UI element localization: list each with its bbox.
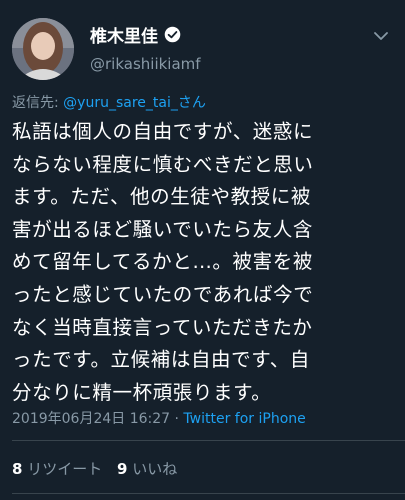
reply-mention-link[interactable]: @yuru_sare_tai_さん [63,95,206,111]
tweet-line: 害が出るほど騒いでいたら友人含 [12,217,313,241]
tweet-meta: 2019年06月24日 16:27 · Twitter for iPhone [12,408,306,428]
tweet-line: めて留年してるかと…。被害を被 [12,250,313,274]
tweet-line: ったです。立候補は自由です、自 [12,348,310,372]
tweet-line: ったと感じていたのであれば今で [12,282,314,306]
like-label: いいね [132,460,178,478]
tweet-line: ならない程度に慎むべきだと思い [12,152,314,176]
tweet-line: 分なりに精一杯頑張ります。 [12,380,272,404]
tweet-text: 私語は個人の自由ですが、迷惑に ならない程度に慎むべきだと思い ます。ただ、他の… [12,116,397,409]
tweet-header: 椎木里佳 @rikashiikiamf [12,14,395,84]
divider [12,493,405,494]
retweet-stat[interactable]: 8 リツイート [12,460,102,478]
tweet-detail: 椎木里佳 @rikashiikiamf 返信先: @yuru_sare_tai_… [0,0,405,500]
tweet-line: なく当時直接言っていただきたか [12,315,313,339]
tweet-timestamp[interactable]: 2019年06月24日 16:27 [12,411,170,427]
user-handle[interactable]: @rikashiikiamf [90,55,201,73]
tweet-stats: 8 リツイート 9 いいね [12,458,187,479]
like-count: 9 [117,460,128,478]
verified-badge-icon [164,26,181,43]
tweet-source-link[interactable]: Twitter for iPhone [183,411,305,427]
display-name[interactable]: 椎木里佳 [90,22,158,47]
tweet-line: 私語は個人の自由ですが、迷惑に [12,120,314,143]
user-names: 椎木里佳 @rikashiikiamf [90,22,201,73]
reply-to: 返信先: @yuru_sare_tai_さん [12,92,206,112]
like-stat[interactable]: 9 いいね [117,460,177,478]
chevron-down-icon[interactable] [373,28,389,44]
display-name-row[interactable]: 椎木里佳 [90,22,201,47]
avatar[interactable] [12,18,74,80]
retweet-count: 8 [12,460,23,478]
tweet-line: ます。ただ、他の生徒や教授に被 [12,185,311,209]
reply-prefix: 返信先: [12,95,64,111]
divider [12,440,405,441]
meta-separator: · [170,411,184,427]
retweet-label: リツイート [27,460,103,478]
